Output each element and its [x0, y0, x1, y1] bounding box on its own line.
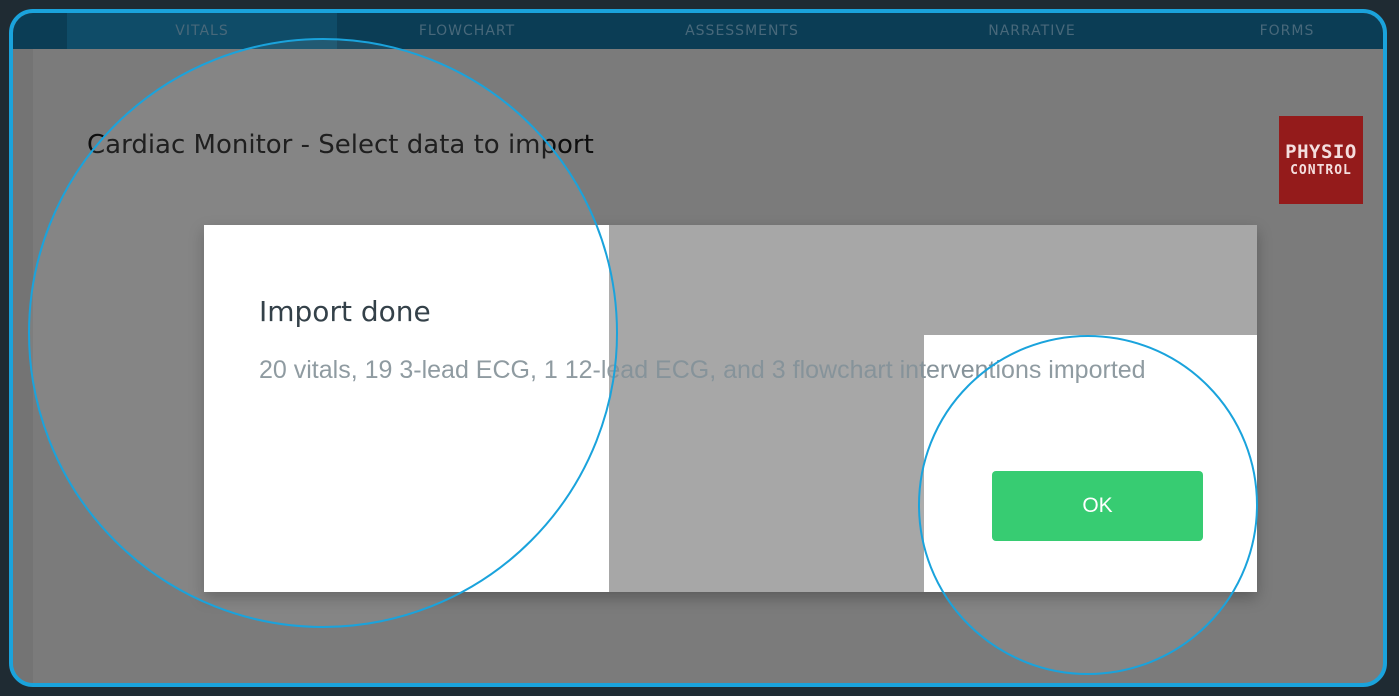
import-done-dialog: Import done 20 vitals, 19 3-lead ECG, 1 … — [204, 225, 1257, 592]
tab-flowchart[interactable]: FLOWCHART — [337, 13, 597, 49]
tab-forms[interactable]: FORMS — [1177, 13, 1383, 49]
page-title: Cardiac Monitor - Select data to import — [87, 130, 594, 160]
app-frame: VITALS FLOWCHART ASSESSMENTS NARRATIVE F… — [9, 9, 1387, 687]
ok-button[interactable]: OK — [992, 471, 1203, 541]
tab-bar: VITALS FLOWCHART ASSESSMENTS NARRATIVE F… — [13, 13, 1383, 49]
left-sidebar-edge — [13, 49, 33, 683]
dialog-highlight-left — [204, 225, 609, 592]
tab-vitals[interactable]: VITALS — [67, 13, 337, 49]
tab-narrative[interactable]: NARRATIVE — [887, 13, 1177, 49]
tab-assessments[interactable]: ASSESSMENTS — [597, 13, 887, 49]
physio-control-logo: PHYSIO CONTROL — [1279, 116, 1363, 204]
dialog-title: Import done — [259, 295, 431, 328]
brand-line-2: CONTROL — [1290, 163, 1352, 178]
brand-line-1: PHYSIO — [1285, 141, 1357, 163]
dialog-message: 20 vitals, 19 3-lead ECG, 1 12-lead ECG,… — [259, 356, 1146, 384]
